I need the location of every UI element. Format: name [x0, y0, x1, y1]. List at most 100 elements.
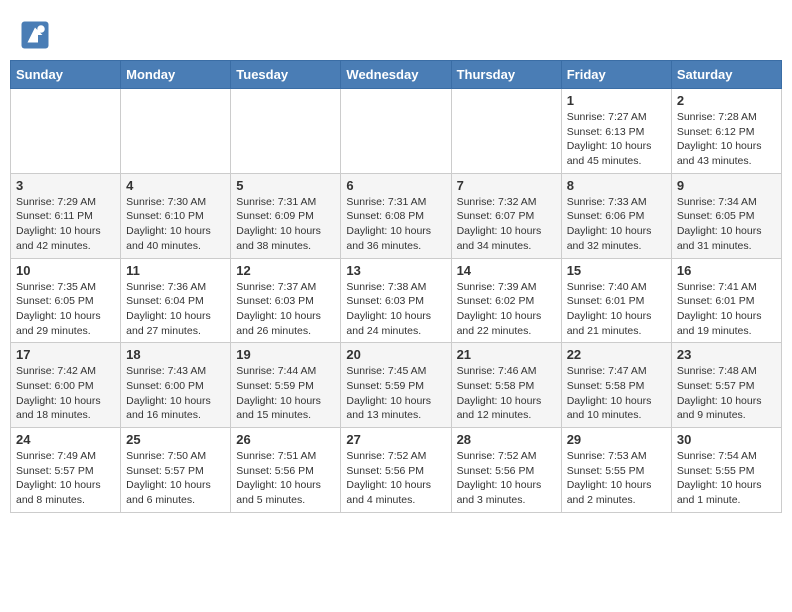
calendar-cell: 14 Sunrise: 7:39 AM Sunset: 6:02 PM Dayli…: [451, 258, 561, 343]
day-number: 7: [457, 178, 556, 193]
day-info: Sunrise: 7:46 AM Sunset: 5:58 PM Dayligh…: [457, 364, 556, 423]
day-number: 3: [16, 178, 115, 193]
weekday-header: Tuesday: [231, 61, 341, 89]
calendar-cell: 24 Sunrise: 7:49 AM Sunset: 5:57 PM Dayli…: [11, 428, 121, 513]
calendar-cell: 28Sunrise: 7:52 AM Sunset: 5:56 PM Dayli…: [451, 428, 561, 513]
calendar-cell: 19Sunrise: 7:44 AM Sunset: 5:59 PM Dayli…: [231, 343, 341, 428]
day-number: 26: [236, 432, 335, 447]
day-number: 12: [236, 263, 335, 278]
calendar-cell: 12 Sunrise: 7:37 AM Sunset: 6:03 PM Dayli…: [231, 258, 341, 343]
day-number: 5: [236, 178, 335, 193]
day-number: 9: [677, 178, 776, 193]
calendar-cell: [231, 89, 341, 174]
calendar-cell: 2 Sunrise: 7:28 AM Sunset: 6:12 PM Daylig…: [671, 89, 781, 174]
calendar-cell: [121, 89, 231, 174]
day-number: 13: [346, 263, 445, 278]
calendar-cell: [451, 89, 561, 174]
calendar-cell: 4 Sunrise: 7:30 AM Sunset: 6:10 PM Daylig…: [121, 173, 231, 258]
day-info: Sunrise: 7:54 AM Sunset: 5:55 PM Dayligh…: [677, 449, 776, 508]
day-number: 29: [567, 432, 666, 447]
calendar-cell: 7 Sunrise: 7:32 AM Sunset: 6:07 PM Daylig…: [451, 173, 561, 258]
calendar-cell: 9Sunrise: 7:34 AM Sunset: 6:05 PM Daylig…: [671, 173, 781, 258]
day-info: Sunrise: 7:49 AM Sunset: 5:57 PM Dayligh…: [16, 449, 115, 508]
day-info: Sunrise: 7:31 AM Sunset: 6:08 PM Dayligh…: [346, 195, 445, 254]
day-info: Sunrise: 7:51 AM Sunset: 5:56 PM Dayligh…: [236, 449, 335, 508]
day-number: 25: [126, 432, 225, 447]
day-info: Sunrise: 7:52 AM Sunset: 5:56 PM Dayligh…: [346, 449, 445, 508]
calendar-cell: 27Sunrise: 7:52 AM Sunset: 5:56 PM Dayli…: [341, 428, 451, 513]
day-number: 14: [457, 263, 556, 278]
calendar-cell: 22Sunrise: 7:47 AM Sunset: 5:58 PM Dayli…: [561, 343, 671, 428]
calendar-cell: 8 Sunrise: 7:33 AM Sunset: 6:06 PM Daylig…: [561, 173, 671, 258]
weekday-header: Sunday: [11, 61, 121, 89]
calendar-week-row: 10Sunrise: 7:35 AM Sunset: 6:05 PM Dayli…: [11, 258, 782, 343]
logo: [20, 20, 54, 50]
calendar-header: SundayMondayTuesdayWednesdayThursdayFrid…: [11, 61, 782, 89]
day-info: Sunrise: 7:47 AM Sunset: 5:58 PM Dayligh…: [567, 364, 666, 423]
calendar-cell: 18 Sunrise: 7:43 AM Sunset: 6:00 PM Dayli…: [121, 343, 231, 428]
day-info: Sunrise: 7:31 AM Sunset: 6:09 PM Dayligh…: [236, 195, 335, 254]
weekday-header: Wednesday: [341, 61, 451, 89]
weekday-header: Friday: [561, 61, 671, 89]
day-number: 21: [457, 347, 556, 362]
day-number: 19: [236, 347, 335, 362]
calendar-cell: 3 Sunrise: 7:29 AM Sunset: 6:11 PM Daylig…: [11, 173, 121, 258]
calendar-cell: [341, 89, 451, 174]
calendar-cell: 29Sunrise: 7:53 AM Sunset: 5:55 PM Dayli…: [561, 428, 671, 513]
day-info: Sunrise: 7:29 AM Sunset: 6:11 PM Dayligh…: [16, 195, 115, 254]
day-info: Sunrise: 7:36 AM Sunset: 6:04 PM Dayligh…: [126, 280, 225, 339]
day-info: Sunrise: 7:27 AM Sunset: 6:13 PM Dayligh…: [567, 110, 666, 169]
calendar-cell: 6 Sunrise: 7:31 AM Sunset: 6:08 PM Daylig…: [341, 173, 451, 258]
calendar-cell: 26 Sunrise: 7:51 AM Sunset: 5:56 PM Dayli…: [231, 428, 341, 513]
day-info: Sunrise: 7:40 AM Sunset: 6:01 PM Dayligh…: [567, 280, 666, 339]
calendar-cell: 21 Sunrise: 7:46 AM Sunset: 5:58 PM Dayli…: [451, 343, 561, 428]
day-number: 8: [567, 178, 666, 193]
day-number: 28: [457, 432, 556, 447]
calendar-cell: 25 Sunrise: 7:50 AM Sunset: 5:57 PM Dayli…: [121, 428, 231, 513]
weekday-header: Thursday: [451, 61, 561, 89]
calendar-cell: 17 Sunrise: 7:42 AM Sunset: 6:00 PM Dayli…: [11, 343, 121, 428]
day-info: Sunrise: 7:39 AM Sunset: 6:02 PM Dayligh…: [457, 280, 556, 339]
day-info: Sunrise: 7:38 AM Sunset: 6:03 PM Dayligh…: [346, 280, 445, 339]
day-number: 10: [16, 263, 115, 278]
calendar-week-row: 3 Sunrise: 7:29 AM Sunset: 6:11 PM Daylig…: [11, 173, 782, 258]
day-info: Sunrise: 7:30 AM Sunset: 6:10 PM Dayligh…: [126, 195, 225, 254]
calendar-cell: 1 Sunrise: 7:27 AM Sunset: 6:13 PM Daylig…: [561, 89, 671, 174]
day-info: Sunrise: 7:37 AM Sunset: 6:03 PM Dayligh…: [236, 280, 335, 339]
calendar-cell: 5 Sunrise: 7:31 AM Sunset: 6:09 PM Daylig…: [231, 173, 341, 258]
calendar-cell: 13 Sunrise: 7:38 AM Sunset: 6:03 PM Dayli…: [341, 258, 451, 343]
calendar-week-row: 24 Sunrise: 7:49 AM Sunset: 5:57 PM Dayli…: [11, 428, 782, 513]
day-number: 17: [16, 347, 115, 362]
calendar-cell: 15 Sunrise: 7:40 AM Sunset: 6:01 PM Dayli…: [561, 258, 671, 343]
day-number: 16: [677, 263, 776, 278]
calendar-week-row: 17 Sunrise: 7:42 AM Sunset: 6:00 PM Dayli…: [11, 343, 782, 428]
day-info: Sunrise: 7:33 AM Sunset: 6:06 PM Dayligh…: [567, 195, 666, 254]
day-info: Sunrise: 7:48 AM Sunset: 5:57 PM Dayligh…: [677, 364, 776, 423]
day-info: Sunrise: 7:50 AM Sunset: 5:57 PM Dayligh…: [126, 449, 225, 508]
calendar-cell: 30 Sunrise: 7:54 AM Sunset: 5:55 PM Dayli…: [671, 428, 781, 513]
logo-icon: [20, 20, 50, 50]
page-header: [10, 10, 782, 55]
weekday-header: Monday: [121, 61, 231, 89]
calendar-body: 1 Sunrise: 7:27 AM Sunset: 6:13 PM Daylig…: [11, 89, 782, 513]
day-number: 23: [677, 347, 776, 362]
day-info: Sunrise: 7:42 AM Sunset: 6:00 PM Dayligh…: [16, 364, 115, 423]
day-info: Sunrise: 7:32 AM Sunset: 6:07 PM Dayligh…: [457, 195, 556, 254]
day-number: 6: [346, 178, 445, 193]
day-number: 11: [126, 263, 225, 278]
day-info: Sunrise: 7:43 AM Sunset: 6:00 PM Dayligh…: [126, 364, 225, 423]
day-number: 2: [677, 93, 776, 108]
day-number: 18: [126, 347, 225, 362]
day-info: Sunrise: 7:28 AM Sunset: 6:12 PM Dayligh…: [677, 110, 776, 169]
day-number: 30: [677, 432, 776, 447]
day-number: 4: [126, 178, 225, 193]
day-number: 24: [16, 432, 115, 447]
day-number: 15: [567, 263, 666, 278]
calendar-cell: 16Sunrise: 7:41 AM Sunset: 6:01 PM Dayli…: [671, 258, 781, 343]
day-number: 1: [567, 93, 666, 108]
calendar-cell: 10Sunrise: 7:35 AM Sunset: 6:05 PM Dayli…: [11, 258, 121, 343]
calendar-cell: 20Sunrise: 7:45 AM Sunset: 5:59 PM Dayli…: [341, 343, 451, 428]
calendar-week-row: 1 Sunrise: 7:27 AM Sunset: 6:13 PM Daylig…: [11, 89, 782, 174]
calendar-cell: [11, 89, 121, 174]
calendar-cell: 23 Sunrise: 7:48 AM Sunset: 5:57 PM Dayli…: [671, 343, 781, 428]
